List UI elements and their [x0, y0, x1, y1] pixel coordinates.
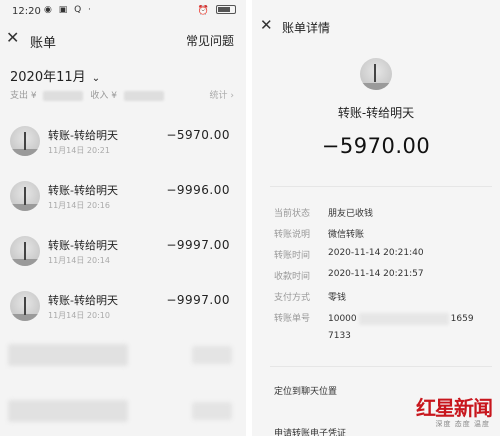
list-item[interactable]: 转账-转给明天 11月14日 20:10 −9997.00 — [0, 281, 246, 336]
detail-value: 2020-11-14 20:21:57 — [328, 269, 424, 279]
alarm-icon: ⏰ — [197, 6, 212, 16]
avatar — [10, 126, 40, 156]
income-label: 收入 ¥ — [90, 91, 117, 101]
detail-label: 当前状态 — [274, 209, 311, 219]
txno-suffix: 1659 — [450, 314, 474, 324]
close-icon[interactable]: ✕ — [6, 28, 19, 47]
blurred-list-item — [0, 396, 246, 430]
month-selector[interactable]: 2020年11月 ⌄ — [10, 66, 100, 85]
list-item[interactable]: 转账-转给明天 11月14日 20:14 −9997.00 — [0, 226, 246, 281]
page-title: 账单 — [30, 36, 57, 51]
detail-label: 转账说明 — [274, 230, 311, 240]
detail-row-payment-method: 支付方式 零钱 — [252, 286, 500, 307]
transaction-date: 11月14日 20:10 — [48, 311, 110, 320]
bill-detail-navbar: ✕ 账单详情 — [252, 16, 500, 40]
detail-value: 零钱 — [328, 293, 347, 303]
separator — [270, 186, 492, 187]
status-notification-icons: ◉ ▣ Q · — [44, 5, 93, 15]
transfer-amount: −5970.00 — [321, 134, 431, 158]
detail-value: 10000 1659 7133 — [328, 311, 488, 345]
news-watermark: 红星新闻 深度 态度 温度 — [406, 392, 494, 434]
close-icon[interactable]: ✕ — [260, 16, 273, 34]
avatar — [10, 291, 40, 321]
month-totals: 支出 ¥ 收入 ¥ — [10, 88, 168, 101]
income-blurred — [123, 90, 164, 101]
status-bar: 12:20 ◉ ▣ Q · ⏰ — [0, 0, 246, 22]
page-title: 账单详情 — [282, 21, 331, 35]
transaction-amount: −5970.00 — [166, 128, 230, 142]
detail-value: 朋友已收钱 — [328, 209, 374, 219]
detail-label: 支付方式 — [274, 293, 311, 303]
txno-line2: 7133 — [328, 331, 351, 341]
transaction-title: 转账-转给明天 — [48, 239, 118, 252]
blurred-list-item — [0, 340, 246, 374]
detail-row-transfer-time: 转账时间 2020-11-14 20:21:40 — [252, 244, 500, 265]
payee-name: 转账-转给明天 — [337, 106, 415, 120]
apply-receipt-button[interactable]: 申请转账电子凭证 — [274, 426, 346, 436]
detail-label: 转账时间 — [274, 251, 311, 261]
transaction-amount: −9996.00 — [166, 183, 230, 197]
locate-chat-button[interactable]: 定位到聊天位置 — [274, 384, 337, 397]
battery-icon — [216, 5, 236, 14]
txno-masked — [358, 312, 449, 325]
transaction-list: 转账-转给明天 11月14日 20:21 −5970.00 转账-转给明天 11… — [0, 116, 246, 336]
month-label: 2020年11月 — [10, 70, 86, 85]
transaction-amount: −9997.00 — [166, 293, 230, 307]
detail-value: 微信转账 — [328, 230, 365, 240]
status-right-icons: ⏰ — [198, 5, 236, 16]
separator — [270, 366, 492, 367]
bill-list-navbar: ✕ 账单 常见问题 — [0, 26, 246, 54]
month-summary: 2020年11月 ⌄ 支出 ¥ 收入 ¥ 统计 › — [0, 62, 246, 110]
detail-row-receive-time: 收款时间 2020-11-14 20:21:57 — [252, 265, 500, 286]
detail-row-note: 转账说明 微信转账 — [252, 223, 500, 244]
detail-row-status: 当前状态 朋友已收钱 — [252, 202, 500, 223]
status-time: 12:20 — [12, 6, 41, 17]
transaction-date: 11月14日 20:14 — [48, 256, 110, 265]
txno-prefix: 10000 — [328, 314, 357, 324]
transaction-title: 转账-转给明天 — [48, 294, 118, 307]
detail-row-transaction-number: 转账单号 10000 1659 7133 — [252, 307, 500, 347]
expense-label: 支出 ¥ — [10, 91, 37, 101]
faq-link[interactable]: 常见问题 — [186, 32, 234, 49]
list-item[interactable]: 转账-转给明天 11月14日 20:21 −5970.00 — [0, 116, 246, 171]
avatar — [10, 236, 40, 266]
payee-avatar — [360, 58, 392, 90]
watermark-logo: 红星新闻 — [416, 396, 493, 420]
avatar — [10, 181, 40, 211]
chevron-down-icon: ⌄ — [91, 73, 101, 84]
transaction-title: 转账-转给明天 — [48, 184, 118, 197]
transaction-amount: −9997.00 — [166, 238, 230, 252]
stats-link[interactable]: 统计 › — [210, 88, 234, 101]
transaction-date: 11月14日 20:16 — [48, 201, 110, 210]
bill-list-screen: 12:20 ◉ ▣ Q · ⏰ ✕ 账单 常见问题 2020年11月 ⌄ 支出 … — [0, 0, 246, 436]
detail-value: 2020-11-14 20:21:40 — [328, 248, 424, 258]
bill-detail-screen: ✕ 账单详情 转账-转给明天 −5970.00 当前状态 朋友已收钱 转账说明 … — [252, 0, 500, 436]
transaction-title: 转账-转给明天 — [48, 129, 118, 142]
transaction-date: 11月14日 20:21 — [48, 146, 110, 155]
list-item[interactable]: 转账-转给明天 11月14日 20:16 −9996.00 — [0, 171, 246, 226]
watermark-slogan: 深度 态度 温度 — [435, 420, 490, 428]
detail-label: 转账单号 — [274, 314, 311, 324]
detail-list: 当前状态 朋友已收钱 转账说明 微信转账 转账时间 2020-11-14 20:… — [252, 202, 500, 347]
detail-label: 收款时间 — [274, 272, 311, 282]
expense-blurred — [43, 90, 84, 101]
